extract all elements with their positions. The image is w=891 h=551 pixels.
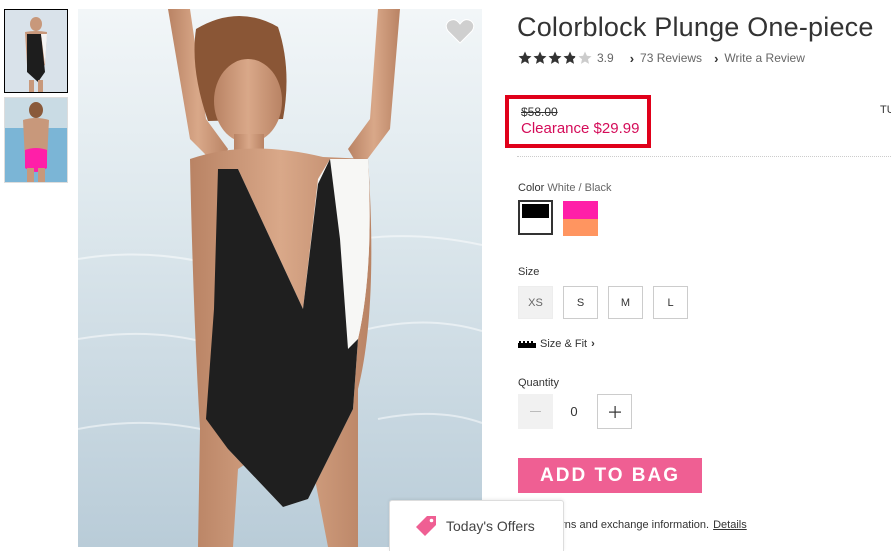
- chevron-right-icon: ›: [591, 338, 595, 350]
- color-label: Color White / Black: [518, 182, 612, 194]
- star-icon: [518, 51, 532, 64]
- color-value: White / Black: [547, 182, 612, 194]
- swatch-bottom: [522, 218, 549, 231]
- color-swatch-white-black[interactable]: [518, 200, 553, 235]
- thumbnail-back-image: [5, 98, 67, 182]
- returns-info-text: urns and exchange information.: [555, 519, 710, 531]
- star-icon: [563, 51, 577, 64]
- details-link[interactable]: Details: [713, 519, 747, 531]
- chevron-right-icon: ›: [629, 50, 635, 66]
- size-s-button[interactable]: S: [563, 286, 598, 319]
- star-rating: [518, 51, 593, 65]
- plus-icon: [608, 405, 621, 418]
- swatch-top: [563, 201, 598, 219]
- quantity-value[interactable]: 0: [556, 394, 592, 429]
- original-price: $58.00: [521, 105, 558, 119]
- quantity-increase-button[interactable]: [597, 394, 632, 429]
- swatch-top: [522, 204, 549, 218]
- chevron-right-icon: ›: [714, 50, 719, 66]
- size-label: Size: [518, 266, 540, 278]
- size-fit-label: Size & Fit: [540, 338, 588, 350]
- size-xs-button[interactable]: XS: [518, 286, 553, 319]
- reviews-link[interactable]: 73 Reviews: [640, 51, 702, 65]
- product-main-image: [78, 9, 482, 547]
- star-icon: [548, 51, 562, 64]
- ruler-icon: [518, 340, 536, 348]
- color-swatch-pink-orange[interactable]: [563, 201, 598, 236]
- returns-info: urns and exchange information. Details: [555, 519, 747, 531]
- cutoff-text: TU: [880, 104, 891, 116]
- rating-row: 3.9 › 73 Reviews › Write a Review: [518, 50, 805, 66]
- quantity-label: Quantity: [518, 377, 559, 389]
- wishlist-button[interactable]: [445, 17, 475, 45]
- quantity-decrease-button[interactable]: [518, 394, 553, 429]
- product-title: Colorblock Plunge One-piece: [517, 12, 874, 42]
- tag-icon: [416, 516, 436, 536]
- write-review-link[interactable]: Write a Review: [724, 51, 804, 65]
- star-icon: [578, 51, 592, 64]
- size-fit-link[interactable]: Size & Fit ›: [518, 338, 595, 350]
- product-photo: [78, 9, 482, 547]
- color-label-text: Color: [518, 182, 545, 194]
- todays-offers-label: Today's Offers: [446, 518, 535, 534]
- divider: [517, 156, 891, 157]
- heart-icon: [445, 19, 475, 44]
- rating-value: 3.9: [597, 51, 614, 65]
- price-highlight-box: $58.00 Clearance $29.99: [505, 95, 651, 148]
- swatch-bottom: [563, 219, 598, 236]
- add-to-bag-button[interactable]: ADD TO BAG: [518, 458, 702, 493]
- thumbnail-front-view[interactable]: [4, 9, 68, 93]
- star-icon: [533, 51, 547, 64]
- thumbnail-back-view[interactable]: [4, 97, 68, 183]
- clearance-price: Clearance $29.99: [521, 120, 640, 137]
- todays-offers-tab[interactable]: Today's Offers: [389, 500, 564, 551]
- size-m-button[interactable]: M: [608, 286, 643, 319]
- thumbnail-front-image: [5, 10, 67, 92]
- size-l-button[interactable]: L: [653, 286, 688, 319]
- minus-icon: [530, 411, 541, 412]
